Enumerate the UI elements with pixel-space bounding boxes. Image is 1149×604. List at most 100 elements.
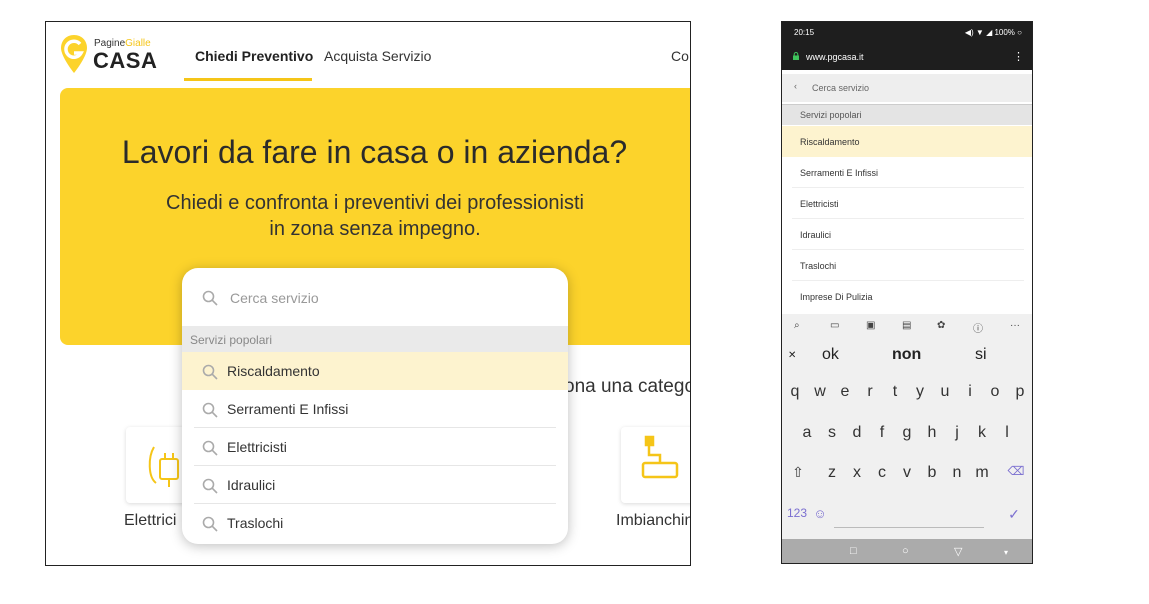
- search-icon: [202, 290, 218, 306]
- search-input[interactable]: Cerca servizio: [182, 268, 568, 326]
- nav-item-cut[interactable]: Co: [671, 48, 689, 64]
- list-item-label: Traslochi: [227, 515, 284, 531]
- key[interactable]: b: [922, 464, 942, 482]
- list-item[interactable]: Traslochi: [182, 504, 568, 542]
- key[interactable]: y: [910, 383, 930, 401]
- key[interactable]: u: [935, 383, 955, 401]
- key[interactable]: k: [972, 424, 992, 442]
- info-icon[interactable]: ⓘ: [973, 320, 983, 335]
- collapse-icon[interactable]: ✕: [788, 350, 796, 361]
- key[interactable]: j: [947, 424, 967, 442]
- key[interactable]: w: [810, 383, 830, 401]
- keyboard-toolbar: ⌕ ▭ ▣ ▤ ✿ ⓘ ···: [782, 314, 1032, 338]
- search-icon: [202, 402, 218, 418]
- paint-roller-icon: [641, 435, 679, 479]
- android-nav-bar: □ ○ ▽ ▾: [782, 539, 1032, 563]
- mobile-search-input[interactable]: ‹ Cerca servizio: [782, 74, 1032, 102]
- key[interactable]: a: [797, 424, 817, 442]
- key[interactable]: e: [835, 383, 855, 401]
- numbers-key[interactable]: 123: [784, 506, 810, 520]
- hero-subtitle: Chiedi e confronta i preventivi dei prof…: [166, 192, 584, 240]
- back-arrow-icon[interactable]: ‹: [794, 81, 797, 91]
- soft-keyboard: ⌕ ▭ ▣ ▤ ✿ ⓘ ··· ✕ ok non si q w e r t y: [782, 314, 1032, 539]
- logo-pin-icon: [61, 35, 87, 73]
- category-card-imbianchini[interactable]: [621, 427, 690, 503]
- address-url[interactable]: www.pgcasa.it: [806, 52, 864, 62]
- logo-brand-main: CASA: [93, 48, 158, 73]
- key[interactable]: m: [972, 464, 992, 482]
- lock-icon: [793, 52, 799, 60]
- search-icon: [202, 516, 218, 532]
- mobile-search-placeholder: Cerca servizio: [812, 83, 870, 93]
- hero-title: Lavori da fare in casa o in azienda?: [121, 134, 628, 170]
- search-icon: [202, 478, 218, 494]
- more-tools-icon[interactable]: ···: [1010, 320, 1020, 331]
- key[interactable]: p: [1010, 383, 1030, 401]
- mobile-list-item[interactable]: Riscaldamento: [782, 126, 1032, 157]
- category-label-elettricisti[interactable]: Elettrici: [124, 512, 176, 530]
- keyboard-hide-icon[interactable]: ▾: [1004, 548, 1008, 557]
- keyboard-row-2: a s d f g h j k l: [782, 420, 1032, 450]
- mobile-list-item[interactable]: Serramenti E Infissi: [782, 157, 1032, 188]
- key[interactable]: l: [997, 424, 1017, 442]
- backspace-icon[interactable]: ⌫: [1006, 464, 1026, 478]
- list-item[interactable]: Elettricisti: [182, 428, 568, 466]
- key[interactable]: o: [985, 383, 1005, 401]
- list-item[interactable]: Serramenti E Infissi: [182, 390, 568, 428]
- enter-check-icon[interactable]: ✓: [1004, 506, 1024, 523]
- suggestion-item[interactable]: ok: [822, 346, 839, 364]
- search-icon: [202, 440, 218, 456]
- keyboard-row-1: q w e r t y u i o p: [782, 379, 1032, 409]
- key[interactable]: t: [885, 383, 905, 401]
- category-label-imbianchini[interactable]: Imbianchin: [616, 512, 690, 530]
- key[interactable]: s: [822, 424, 842, 442]
- list-item-label: Elettricisti: [227, 439, 287, 455]
- keyboard-row-3: ⇧ z x c v b n m ⌫: [782, 460, 1032, 490]
- mobile-list-item-label: Traslochi: [800, 261, 837, 271]
- key[interactable]: r: [860, 383, 880, 401]
- key[interactable]: z: [822, 464, 842, 482]
- wifi-icon: ▼: [975, 28, 984, 37]
- palette-icon[interactable]: ✿: [937, 320, 945, 331]
- emoji-icon[interactable]: ☺: [810, 506, 830, 521]
- home-icon[interactable]: ○: [902, 545, 909, 557]
- key[interactable]: q: [785, 383, 805, 401]
- kebab-menu-icon[interactable]: ⋮: [1013, 50, 1024, 63]
- clipboard-icon[interactable]: ▤: [902, 320, 911, 331]
- key[interactable]: n: [947, 464, 967, 482]
- suggestion-item[interactable]: si: [975, 346, 987, 364]
- suggestion-item[interactable]: non: [892, 346, 921, 364]
- back-icon[interactable]: ▽: [954, 545, 962, 558]
- shift-icon[interactable]: ⇧: [788, 464, 808, 481]
- mobile-list-item[interactable]: Imprese Di Pulizia: [782, 281, 1032, 312]
- key[interactable]: x: [847, 464, 867, 482]
- key[interactable]: g: [897, 424, 917, 442]
- nav-chiedi-preventivo[interactable]: Chiedi Preventivo: [195, 48, 313, 64]
- nav-acquista-servizio[interactable]: Acquista Servizio: [324, 48, 431, 64]
- logo[interactable]: PagineGialle CASA: [60, 32, 160, 78]
- signal-icon: ◢: [986, 28, 993, 37]
- service-search-dropdown: Cerca servizio Servizi popolari Riscalda…: [182, 268, 568, 544]
- nav-active-underline: [184, 78, 312, 81]
- status-right: ◀) ▼ ◢ 100% ○: [965, 28, 1022, 37]
- mobile-list-item[interactable]: Elettricisti: [782, 188, 1032, 219]
- key[interactable]: d: [847, 424, 867, 442]
- recents-icon[interactable]: □: [850, 545, 857, 557]
- mobile-list-item-label: Elettricisti: [800, 199, 839, 209]
- sticker-icon[interactable]: ▣: [866, 320, 875, 331]
- desktop-view: PagineGialle CASA Chiedi Preventivo Acqu…: [45, 21, 691, 566]
- space-bar[interactable]: [834, 508, 984, 528]
- list-item[interactable]: Idraulici: [182, 466, 568, 504]
- key[interactable]: v: [897, 464, 917, 482]
- mobile-list-item[interactable]: Traslochi: [782, 250, 1032, 281]
- mobile-list-item-label: Idraulici: [800, 230, 832, 240]
- gif-icon[interactable]: ▭: [830, 320, 839, 331]
- key[interactable]: i: [960, 383, 980, 401]
- key[interactable]: h: [922, 424, 942, 442]
- browser-address-bar[interactable]: www.pgcasa.it ⋮: [782, 44, 1032, 70]
- key[interactable]: f: [872, 424, 892, 442]
- mobile-list-item[interactable]: Idraulici: [782, 219, 1032, 250]
- key[interactable]: c: [872, 464, 892, 482]
- kb-search-icon[interactable]: ⌕: [794, 320, 800, 331]
- list-item[interactable]: Riscaldamento: [182, 352, 568, 390]
